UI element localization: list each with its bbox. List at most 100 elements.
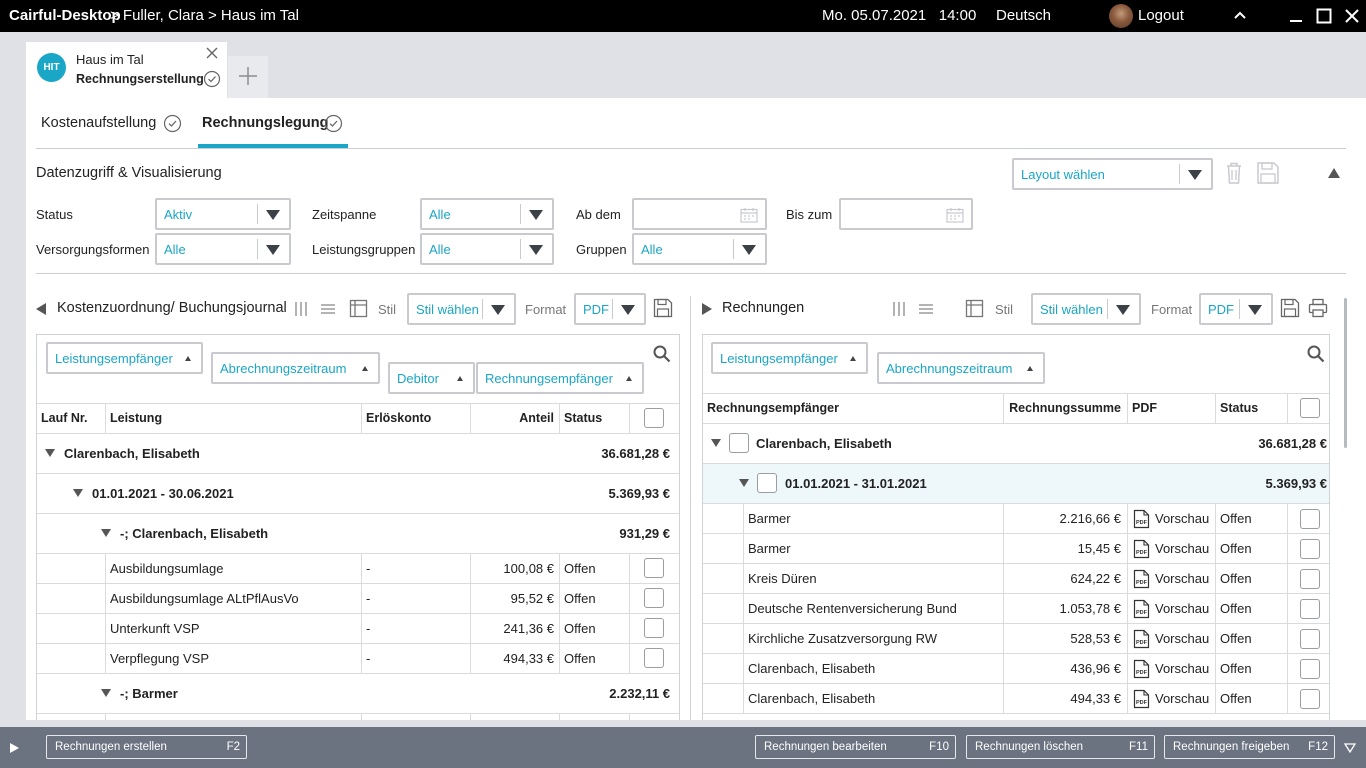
col-status[interactable]: Status	[564, 411, 602, 425]
columns-icon[interactable]	[294, 301, 308, 317]
tab-rechnungslegung[interactable]: Rechnungslegung	[202, 115, 328, 131]
row-checkbox[interactable]	[1300, 689, 1320, 709]
layout-select[interactable]: Layout wählen	[1012, 158, 1213, 190]
row-checkbox[interactable]	[1300, 509, 1320, 529]
calendar-icon[interactable]	[740, 207, 758, 223]
row-checkbox[interactable]	[644, 618, 664, 638]
chip-leistungsempfaenger[interactable]: Leistungsempfänger	[711, 342, 868, 374]
col-pdf[interactable]: PDF	[1132, 401, 1157, 415]
col-anteil[interactable]: Anteil	[475, 411, 554, 425]
trash-icon[interactable]	[1224, 161, 1244, 185]
row-preview-link[interactable]: Vorschau	[1155, 601, 1209, 616]
close-window-icon[interactable]	[1344, 8, 1360, 24]
pdf-file-icon[interactable]: PDF	[1133, 659, 1150, 679]
row-checkbox[interactable]	[1300, 569, 1320, 589]
logout-button[interactable]: Logout	[1138, 7, 1184, 24]
right-stil-select[interactable]: Stil wählen	[1031, 293, 1141, 325]
left-stil-select[interactable]: Stil wählen	[407, 293, 516, 325]
pdf-file-icon[interactable]: PDF	[1133, 509, 1150, 529]
row-checkbox[interactable]	[644, 558, 664, 578]
row-checkbox[interactable]	[1300, 599, 1320, 619]
document-tab[interactable]: HIT Haus im Tal Rechnungserstellung	[26, 42, 227, 98]
row-preview-link[interactable]: Vorschau	[1155, 661, 1209, 676]
col-rechnungsempfaenger[interactable]: Rechnungsempfänger	[707, 401, 839, 415]
expand-icon[interactable]	[711, 439, 721, 447]
right-format-select[interactable]: PDF	[1199, 293, 1273, 325]
tab-kostenaufstellung[interactable]: Kostenaufstellung	[41, 115, 156, 131]
rows-icon[interactable]	[918, 302, 934, 316]
create-invoices-button[interactable]: Rechnungen erstellen F2	[46, 735, 247, 759]
row-preview-link[interactable]: Vorschau	[1155, 691, 1209, 706]
collapse-up-icon[interactable]	[1328, 168, 1340, 178]
select-all-checkbox[interactable]	[644, 408, 664, 428]
col-rechnungssumme[interactable]: Rechnungssumme	[1008, 401, 1121, 415]
user-avatar[interactable]	[1109, 4, 1133, 28]
save-icon[interactable]	[1280, 298, 1300, 318]
language-button[interactable]: Deutsch	[996, 7, 1051, 24]
biszum-date-input[interactable]	[839, 198, 973, 230]
select-all-checkbox[interactable]	[1300, 398, 1320, 418]
expand-icon[interactable]	[739, 479, 749, 487]
status-select[interactable]: Aktiv	[155, 198, 291, 230]
chip-abrechnungszeitraum[interactable]: Abrechnungszeitraum	[211, 352, 380, 384]
expand-icon[interactable]	[101, 529, 111, 537]
columns-icon[interactable]	[892, 301, 906, 317]
search-icon[interactable]	[1307, 345, 1325, 363]
add-tab-button[interactable]	[228, 56, 268, 98]
chevron-up-icon[interactable]	[1233, 10, 1247, 20]
row-preview-link[interactable]: Vorschau	[1155, 571, 1209, 586]
minimize-icon[interactable]	[1289, 9, 1303, 23]
expand-right-icon[interactable]	[10, 743, 19, 753]
rows-icon[interactable]	[320, 302, 336, 316]
chip-leistungsempfaenger[interactable]: Leistungsempfänger	[46, 342, 203, 374]
expand-right-icon[interactable]	[702, 303, 712, 315]
row-preview-link[interactable]: Vorschau	[1155, 541, 1209, 556]
expand-icon[interactable]	[73, 489, 83, 497]
col-laufnr[interactable]: Lauf Nr.	[41, 411, 88, 425]
row-checkbox[interactable]	[644, 588, 664, 608]
chip-debitor[interactable]: Debitor	[388, 362, 475, 394]
expand-icon[interactable]	[101, 689, 111, 697]
row-checkbox[interactable]	[1300, 539, 1320, 559]
pdf-file-icon[interactable]: PDF	[1133, 629, 1150, 649]
pdf-file-icon[interactable]: PDF	[1133, 569, 1150, 589]
row-checkbox[interactable]	[1300, 629, 1320, 649]
style-icon[interactable]	[349, 299, 369, 319]
collapse-left-icon[interactable]	[36, 303, 46, 315]
row-sum: 624,22 €	[1070, 571, 1121, 586]
print-icon[interactable]	[1308, 298, 1328, 318]
versorgungsformen-select[interactable]: Alle	[155, 233, 291, 265]
leistungsgruppen-select[interactable]: Alle	[420, 233, 554, 265]
abdem-date-input[interactable]	[632, 198, 767, 230]
row-checkbox[interactable]	[1300, 659, 1320, 679]
pdf-file-icon[interactable]: PDF	[1133, 689, 1150, 709]
pdf-file-icon[interactable]: PDF	[1133, 539, 1150, 559]
chip-rechnungsempfaenger[interactable]: Rechnungsempfänger	[476, 362, 644, 394]
edit-invoices-button[interactable]: Rechnungen bearbeiten F10	[755, 735, 956, 759]
release-invoices-button[interactable]: Rechnungen freigeben F12	[1164, 735, 1335, 759]
save-icon[interactable]	[1256, 161, 1280, 185]
chevron-down-icon[interactable]	[1344, 743, 1356, 753]
col-status[interactable]: Status	[1220, 401, 1258, 415]
col-erloeskonto[interactable]: Erlöskonto	[366, 411, 431, 425]
maximize-icon[interactable]	[1316, 8, 1332, 24]
gruppen-select[interactable]: Alle	[632, 233, 767, 265]
row-preview-link[interactable]: Vorschau	[1155, 631, 1209, 646]
pdf-file-icon[interactable]: PDF	[1133, 599, 1150, 619]
row-checkbox[interactable]	[644, 648, 664, 668]
chip-abrechnungszeitraum[interactable]: Abrechnungszeitraum	[877, 352, 1045, 384]
left-format-select[interactable]: PDF	[574, 293, 646, 325]
expand-icon[interactable]	[45, 449, 55, 457]
group-checkbox[interactable]	[757, 473, 777, 493]
style-icon[interactable]	[965, 299, 985, 319]
row-preview-link[interactable]: Vorschau	[1155, 511, 1209, 526]
calendar-icon[interactable]	[946, 207, 964, 223]
group-checkbox[interactable]	[729, 433, 749, 453]
zeitspanne-select[interactable]: Alle	[420, 198, 554, 230]
search-icon[interactable]	[653, 345, 671, 363]
delete-invoices-button[interactable]: Rechnungen löschen F11	[966, 735, 1155, 759]
scrollbar-thumb[interactable]	[1344, 298, 1347, 448]
close-tab-icon[interactable]	[205, 46, 219, 60]
col-leistung[interactable]: Leistung	[110, 411, 162, 425]
save-icon[interactable]	[653, 298, 673, 318]
